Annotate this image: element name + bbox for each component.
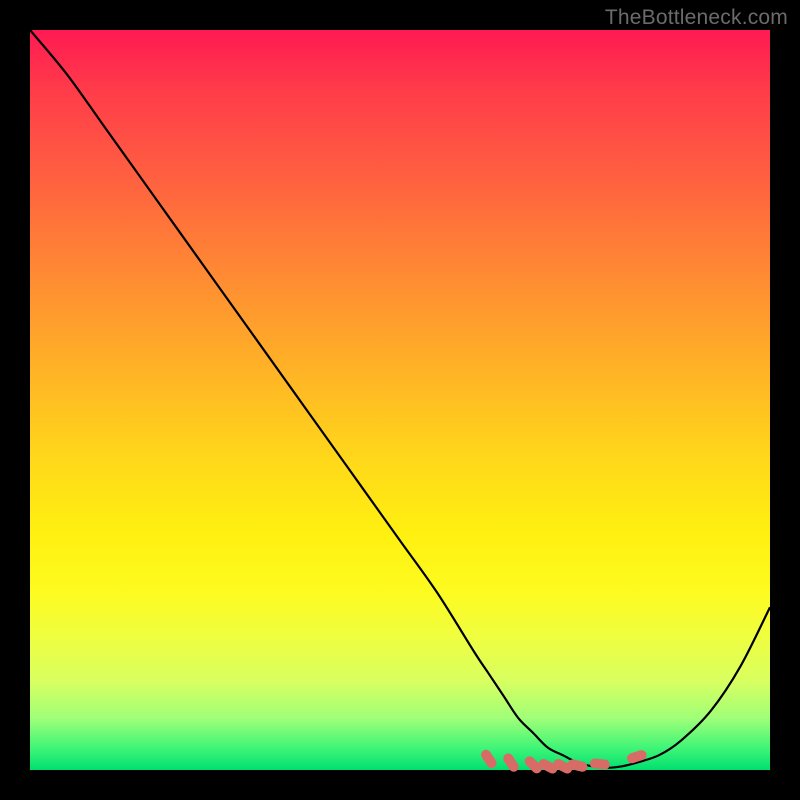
watermark-text: TheBottleneck.com — [605, 6, 788, 30]
curve-marker — [479, 748, 498, 770]
plot-area — [30, 30, 770, 770]
bottleneck-curve — [30, 30, 770, 768]
curve-marker — [501, 752, 520, 774]
curve-marker — [589, 758, 610, 770]
chart-frame: TheBottleneck.com — [0, 0, 800, 800]
curve-svg — [30, 30, 770, 770]
marker-group — [479, 748, 648, 776]
